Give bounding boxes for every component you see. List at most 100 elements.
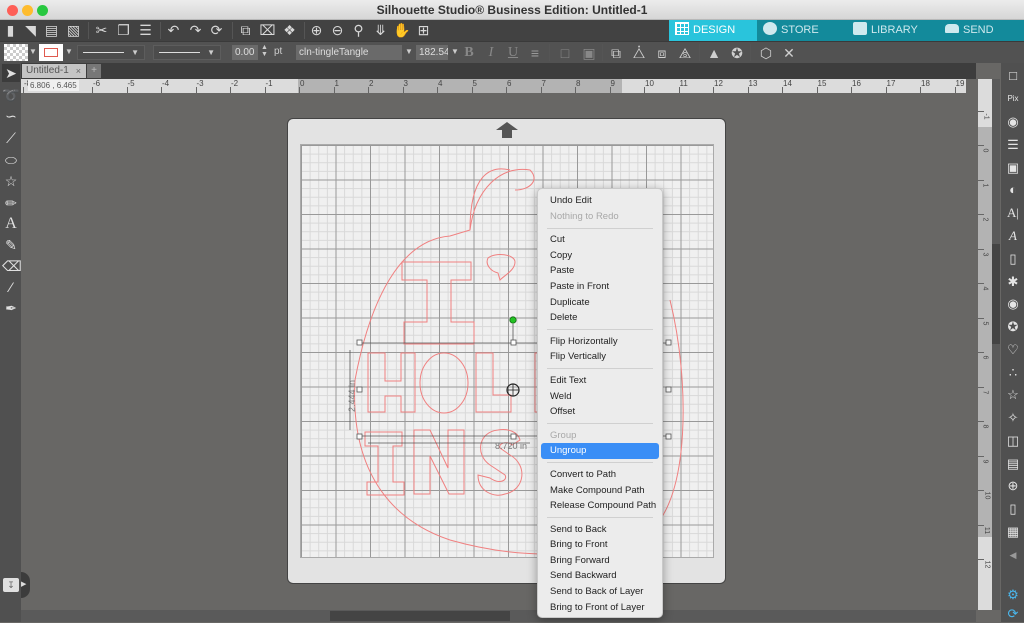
new-file-icon[interactable]: ▮ bbox=[2, 22, 19, 39]
text-on-path-icon[interactable]: ✎ bbox=[2, 236, 20, 254]
horizontal-scrollbar[interactable] bbox=[21, 610, 976, 622]
redo-icon[interactable]: ↷ bbox=[187, 22, 204, 39]
font-panel-icon[interactable]: A bbox=[1004, 227, 1022, 245]
redraw-icon[interactable]: ⟳ bbox=[208, 22, 225, 39]
menu-item-flip-vertically[interactable]: Flip Vertically bbox=[541, 349, 659, 365]
send-backward-icon[interactable]: ⧈ bbox=[653, 44, 671, 62]
replicate-icon[interactable]: ✱ bbox=[1004, 273, 1022, 291]
layers-grid-icon[interactable]: ⊕ bbox=[1004, 477, 1022, 495]
close-tab-icon[interactable]: × bbox=[76, 64, 81, 78]
bring-forward-icon[interactable]: ⧊ bbox=[630, 44, 648, 62]
group-icon[interactable]: ⧉ bbox=[237, 22, 254, 39]
compound-icon[interactable]: ❖ bbox=[281, 22, 298, 39]
font-size-dropdown-icon[interactable]: ▼ bbox=[451, 47, 459, 56]
refresh-icon[interactable]: ⟳ bbox=[1004, 605, 1022, 623]
font-size-input[interactable]: 182.54 bbox=[416, 45, 448, 60]
tab-design[interactable]: DESIGN bbox=[669, 20, 757, 41]
point-edit-icon[interactable]: ∽ bbox=[2, 107, 20, 125]
menu-item-send-backward[interactable]: Send Backward bbox=[541, 568, 659, 584]
modify-icon[interactable]: ◉ bbox=[1004, 295, 1022, 313]
save-icon[interactable]: ▤ bbox=[43, 22, 60, 39]
settings-gear-icon[interactable]: ⚙ bbox=[1004, 586, 1022, 604]
transform-box-icon[interactable]: □ bbox=[556, 44, 574, 62]
menu-item-bring-to-front[interactable]: Bring to Front bbox=[541, 537, 659, 553]
fit-page-icon[interactable]: ⤋ bbox=[372, 22, 389, 39]
font-name-input[interactable]: cln-tingleTangle bbox=[296, 45, 402, 60]
menu-item-delete[interactable]: Delete bbox=[541, 310, 659, 326]
lasso-icon[interactable]: ➰ bbox=[2, 86, 20, 104]
menu-item-bring-forward[interactable]: Bring Forward bbox=[541, 553, 659, 569]
italic-button[interactable]: I bbox=[482, 44, 500, 62]
pixscan-icon[interactable]: Pix bbox=[1004, 90, 1022, 108]
font-dropdown-icon[interactable]: ▼ bbox=[405, 47, 413, 56]
vertical-scrollbar[interactable] bbox=[992, 79, 1000, 610]
library-panel-icon[interactable]: ◫ bbox=[1004, 432, 1022, 450]
menu-item-send-to-back-of-layer[interactable]: Send to Back of Layer bbox=[541, 584, 659, 600]
tab-library[interactable]: LIBRARY bbox=[847, 20, 939, 41]
puzzle-icon[interactable]: ✧ bbox=[1004, 409, 1022, 427]
align-panel-icon[interactable]: ▯ bbox=[1004, 250, 1022, 268]
trace-icon[interactable]: ♡ bbox=[1004, 341, 1022, 359]
fill-color-swatch[interactable] bbox=[4, 44, 28, 61]
paste-icon[interactable]: ☰ bbox=[137, 22, 154, 39]
offset-star-icon[interactable]: ✪ bbox=[1004, 318, 1022, 336]
ungroup-icon[interactable]: ⌧ bbox=[259, 22, 276, 39]
page-setup-icon[interactable]: □ bbox=[1004, 67, 1022, 85]
bring-to-front-icon[interactable]: ⧉ bbox=[607, 44, 625, 62]
line-color-swatch[interactable] bbox=[39, 44, 63, 61]
palette-icon[interactable]: ◉ bbox=[1004, 113, 1022, 131]
document-tab[interactable]: Untitled-1 × bbox=[22, 64, 86, 78]
knife-icon[interactable]: ⁄ bbox=[2, 278, 20, 296]
open-folder-icon[interactable]: ◥ bbox=[22, 22, 39, 39]
add-tab-button[interactable]: + bbox=[87, 64, 101, 78]
zoom-out-icon[interactable]: ⊖ bbox=[329, 22, 346, 39]
menu-item-copy[interactable]: Copy bbox=[541, 248, 659, 264]
horizontal-scroll-thumb[interactable] bbox=[330, 611, 510, 621]
underline-button[interactable]: U bbox=[504, 44, 522, 62]
transform-corners-icon[interactable]: ▣ bbox=[580, 44, 598, 62]
text-style-icon[interactable]: A| bbox=[1004, 204, 1022, 222]
line-style-icon[interactable]: ☰ bbox=[1004, 136, 1022, 154]
menu-item-cut[interactable]: Cut bbox=[541, 232, 659, 248]
copy-icon[interactable]: ❐ bbox=[115, 22, 132, 39]
chevron-down-icon[interactable]: ▼ bbox=[65, 47, 73, 56]
eraser-icon[interactable]: ⌫ bbox=[2, 257, 22, 275]
line-width-stepper[interactable]: ▲ ▼ bbox=[261, 44, 268, 58]
zoom-in-icon[interactable]: ⊕ bbox=[308, 22, 325, 39]
menu-item-convert-to-path[interactable]: Convert to Path bbox=[541, 467, 659, 483]
star-badge-icon[interactable]: ✪ bbox=[728, 44, 746, 62]
cut-icon[interactable]: ✂ bbox=[93, 22, 110, 39]
warp-icon[interactable]: ▯ bbox=[1004, 500, 1022, 518]
collapse-panel-icon[interactable]: ◀ bbox=[1004, 546, 1022, 564]
select-arrow-icon[interactable]: ➤ bbox=[2, 64, 20, 82]
nesting-icon[interactable]: ▦ bbox=[1004, 523, 1022, 541]
menu-item-paste-in-front[interactable]: Paste in Front bbox=[541, 279, 659, 295]
menu-item-offset[interactable]: Offset bbox=[541, 404, 659, 420]
sketch-icon[interactable]: ∴ bbox=[1004, 364, 1022, 382]
line-tool-icon[interactable]: ⟋ bbox=[2, 129, 20, 147]
hatch-icon[interactable]: ▤ bbox=[1004, 455, 1022, 473]
menu-item-edit-text[interactable]: Edit Text bbox=[541, 373, 659, 389]
menu-item-undo-edit[interactable]: Undo Edit bbox=[541, 193, 659, 209]
tab-store[interactable]: STORE bbox=[757, 20, 847, 41]
chevron-down-icon[interactable]: ▼ bbox=[29, 47, 37, 56]
expand-panel-toggle[interactable]: ▶ bbox=[21, 572, 30, 598]
undo-icon[interactable]: ↶ bbox=[165, 22, 182, 39]
close-x-icon[interactable]: ✕ bbox=[780, 44, 798, 62]
line-style-select[interactable]: ▼ bbox=[77, 45, 145, 60]
star-outline-icon[interactable]: ☆ bbox=[1004, 386, 1022, 404]
line-join-select[interactable]: ▼ bbox=[153, 45, 221, 60]
shape-modify-icon[interactable]: ▲ bbox=[705, 44, 723, 62]
menu-item-flip-horizontally[interactable]: Flip Horizontally bbox=[541, 334, 659, 350]
menu-item-ungroup[interactable]: Ungroup bbox=[541, 443, 659, 459]
send-to-back-icon[interactable]: ⧌ bbox=[676, 44, 694, 62]
pencil-tool-icon[interactable]: ✏ bbox=[2, 194, 20, 212]
pan-hand-icon[interactable]: ✋ bbox=[393, 22, 410, 39]
menu-item-weld[interactable]: Weld bbox=[541, 389, 659, 405]
line-width-input[interactable]: 0.00 bbox=[232, 45, 258, 60]
bold-button[interactable]: B bbox=[460, 44, 478, 62]
menu-item-paste[interactable]: Paste bbox=[541, 263, 659, 279]
tab-send[interactable]: SEND bbox=[939, 20, 1024, 41]
menu-item-make-compound-path[interactable]: Make Compound Path bbox=[541, 483, 659, 499]
eyedropper-icon[interactable]: ✒ bbox=[2, 299, 20, 317]
